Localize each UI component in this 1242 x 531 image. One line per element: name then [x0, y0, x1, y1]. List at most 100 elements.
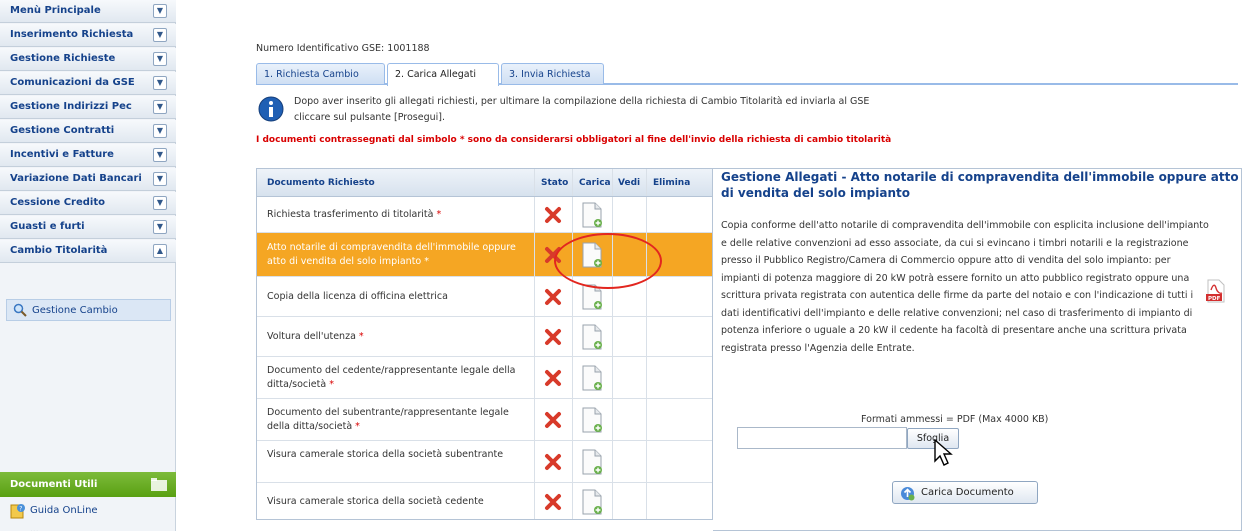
table-row[interactable]: Visura camerale storica della società ce… — [257, 483, 712, 519]
info-line-1: Dopo aver inserito gli allegati richiest… — [294, 96, 870, 107]
sidebar-item-guasti-furti[interactable]: Guasti e furti ▼ — [0, 216, 176, 239]
table-header: Documento Richiesto Stato Carica Vedi El… — [257, 169, 712, 197]
tab-carica-allegati[interactable]: 2. Carica Allegati — [387, 63, 499, 86]
upload-document-button[interactable]: Carica Documento — [892, 481, 1038, 504]
status-missing-icon — [545, 329, 561, 345]
row-doc-cell: Visura camerale storica della società ce… — [267, 496, 484, 507]
sidebar-item-label: Cambio Titolarità — [10, 245, 108, 256]
chevron-down-icon[interactable]: ▼ — [153, 148, 167, 162]
table-row[interactable]: Richiesta trasferimento di titolarità * — [257, 197, 712, 233]
info-message: Dopo aver inserito gli allegati richiest… — [294, 94, 994, 126]
table-row[interactable]: Documento del subentrante/rappresentante… — [257, 399, 712, 441]
sidebar-item-cessione-credito[interactable]: Cessione Credito ▼ — [0, 192, 176, 215]
chevron-up-icon[interactable]: ▲ — [153, 244, 167, 258]
chevron-down-icon[interactable]: ▼ — [153, 28, 167, 42]
chevron-down-icon[interactable]: ▼ — [153, 52, 167, 66]
table-row[interactable]: Documento del cedente/rappresentante leg… — [257, 357, 712, 399]
sidebar-item-comunicazioni[interactable]: Comunicazioni da GSE ▼ — [0, 72, 176, 95]
info-icon — [258, 96, 284, 122]
main-content: Numero Identificativo GSE: 1001188 1. Ri… — [176, 0, 1242, 531]
sidebar-item-menu-principale[interactable]: Menù Principale ▼ — [0, 0, 176, 23]
header-elimina: Elimina — [653, 178, 691, 188]
sidebar-item-incentivi-fatture[interactable]: Incentivi e Fatture ▼ — [0, 144, 176, 167]
allowed-formats: Formati ammessi = PDF (Max 4000 KB) — [861, 414, 1049, 425]
svg-text:?: ? — [19, 506, 22, 513]
sidebar-item-label: Gestione Indirizzi Pec — [10, 101, 132, 112]
status-missing-icon — [545, 207, 561, 223]
gse-identifier: Numero Identificativo GSE: 1001188 — [256, 43, 430, 54]
upload-file-icon[interactable] — [581, 449, 603, 475]
header-stato: Stato — [541, 178, 569, 188]
documenti-extra-label: ... — [30, 525, 39, 531]
sidebar-item-gestione-contratti[interactable]: Gestione Contratti ▼ — [0, 120, 176, 143]
documenti-utili-header[interactable]: Documenti Utili — [0, 472, 176, 497]
sidebar-item-label: Variazione Dati Bancari — [10, 173, 142, 184]
sidebar-item-label: Cessione Credito — [10, 197, 105, 208]
sidebar-item-indirizzi-pec[interactable]: Gestione Indirizzi Pec ▼ — [0, 96, 176, 119]
upload-file-icon[interactable] — [581, 407, 603, 433]
row-doc-cell: Visura camerale storica della società su… — [267, 449, 504, 460]
chevron-down-icon[interactable]: ▼ — [153, 76, 167, 90]
sidebar-item-gestione-richieste[interactable]: Gestione Richieste ▼ — [0, 48, 176, 71]
upload-document-label: Carica Documento — [921, 487, 1014, 498]
header-documento: Documento Richiesto — [267, 178, 375, 188]
chevron-down-icon[interactable]: ▼ — [153, 100, 167, 114]
table-row[interactable]: Visura camerale storica della società su… — [257, 441, 712, 483]
status-missing-icon — [545, 370, 561, 386]
panel-title: Gestione Allegati - Atto notarile di com… — [721, 170, 1239, 200]
chevron-down-icon[interactable]: ▼ — [153, 172, 167, 186]
status-missing-icon — [545, 454, 561, 470]
upload-file-icon[interactable] — [581, 324, 603, 350]
upload-file-icon[interactable] — [581, 489, 603, 515]
required-notice: I documenti contrassegnati dal simbolo *… — [256, 135, 892, 145]
sidebar-item-cambio-titolarita[interactable]: Cambio Titolarità ▲ — [0, 240, 176, 263]
status-missing-icon — [545, 494, 561, 510]
panel-description: Copia conforme dell'atto notarile di com… — [721, 220, 1209, 354]
sidebar-item-label: Incentivi e Fatture — [10, 149, 114, 160]
sidebar-item-label: Comunicazioni da GSE — [10, 77, 135, 88]
search-icon — [13, 303, 27, 317]
sidebar-item-label: Inserimento Richiesta — [10, 29, 134, 40]
sidebar-subitem-gestione-cambio[interactable]: Gestione Cambio — [6, 299, 171, 321]
upload-file-icon[interactable] — [581, 365, 603, 391]
sidebar-item-inserimento-richiesta[interactable]: Inserimento Richiesta ▼ — [0, 24, 176, 47]
row-doc-cell: Documento del subentrante/rappresentante… — [267, 407, 509, 432]
tab-bar: 1. Richiesta Cambio 2. Carica Allegati 3… — [256, 63, 1238, 86]
status-missing-icon — [545, 289, 561, 305]
row-doc-cell: Copia della licenza di officina elettric… — [267, 291, 448, 302]
table-row[interactable]: Copia della licenza di officina elettric… — [257, 277, 712, 317]
sidebar-item-label: Gestione Contratti — [10, 125, 115, 136]
row-doc-cell: Atto notarile di compravendita dell'immo… — [267, 242, 516, 267]
table-row[interactable]: Voltura dell'utenza * — [257, 317, 712, 357]
row-doc-cell: Documento del cedente/rappresentante leg… — [267, 365, 516, 390]
chevron-down-icon[interactable]: ▼ — [153, 196, 167, 210]
documenti-utili-label: Documenti Utili — [10, 479, 98, 490]
header-vedi: Vedi — [618, 178, 641, 188]
app-window: Menù Principale ▼ Inserimento Richiesta … — [0, 0, 1242, 531]
pdf-icon: PDF — [1206, 279, 1225, 303]
row-doc-cell: Richiesta trasferimento di titolarità * — [267, 209, 442, 220]
chevron-down-icon[interactable]: ▼ — [153, 124, 167, 138]
tab-richiesta-cambio[interactable]: 1. Richiesta Cambio — [256, 63, 385, 84]
file-path-input[interactable] — [737, 427, 907, 449]
attachment-panel: Gestione Allegati - Atto notarile di com… — [713, 168, 1242, 531]
sidebar-item-label: Guasti e furti — [10, 221, 85, 232]
upload-file-icon[interactable] — [581, 202, 603, 228]
sidebar-item-variazione-dati-bancari[interactable]: Variazione Dati Bancari ▼ — [0, 168, 176, 191]
documents-table: Documento Richiesto Stato Carica Vedi El… — [256, 168, 713, 520]
sidebar-item-label: Menù Principale — [10, 5, 101, 16]
tab-invia-richiesta[interactable]: 3. Invia Richiesta — [501, 63, 604, 84]
guida-online-label: Guida OnLine — [30, 505, 98, 516]
chevron-down-icon[interactable]: ▼ — [153, 220, 167, 234]
header-carica: Carica — [579, 178, 611, 188]
svg-text:PDF: PDF — [1208, 296, 1221, 302]
help-book-icon: ? — [10, 504, 25, 519]
sidebar: Menù Principale ▼ Inserimento Richiesta … — [0, 0, 176, 531]
folder-icon — [151, 478, 167, 491]
info-line-2: cliccare sul pulsante [Prosegui]. — [294, 112, 446, 123]
highlight-circle — [554, 233, 662, 289]
upload-icon — [901, 487, 915, 501]
sidebar-item-label: Gestione Richieste — [10, 53, 116, 64]
mouse-cursor-icon — [934, 439, 953, 466]
chevron-down-icon[interactable]: ▼ — [153, 4, 167, 18]
